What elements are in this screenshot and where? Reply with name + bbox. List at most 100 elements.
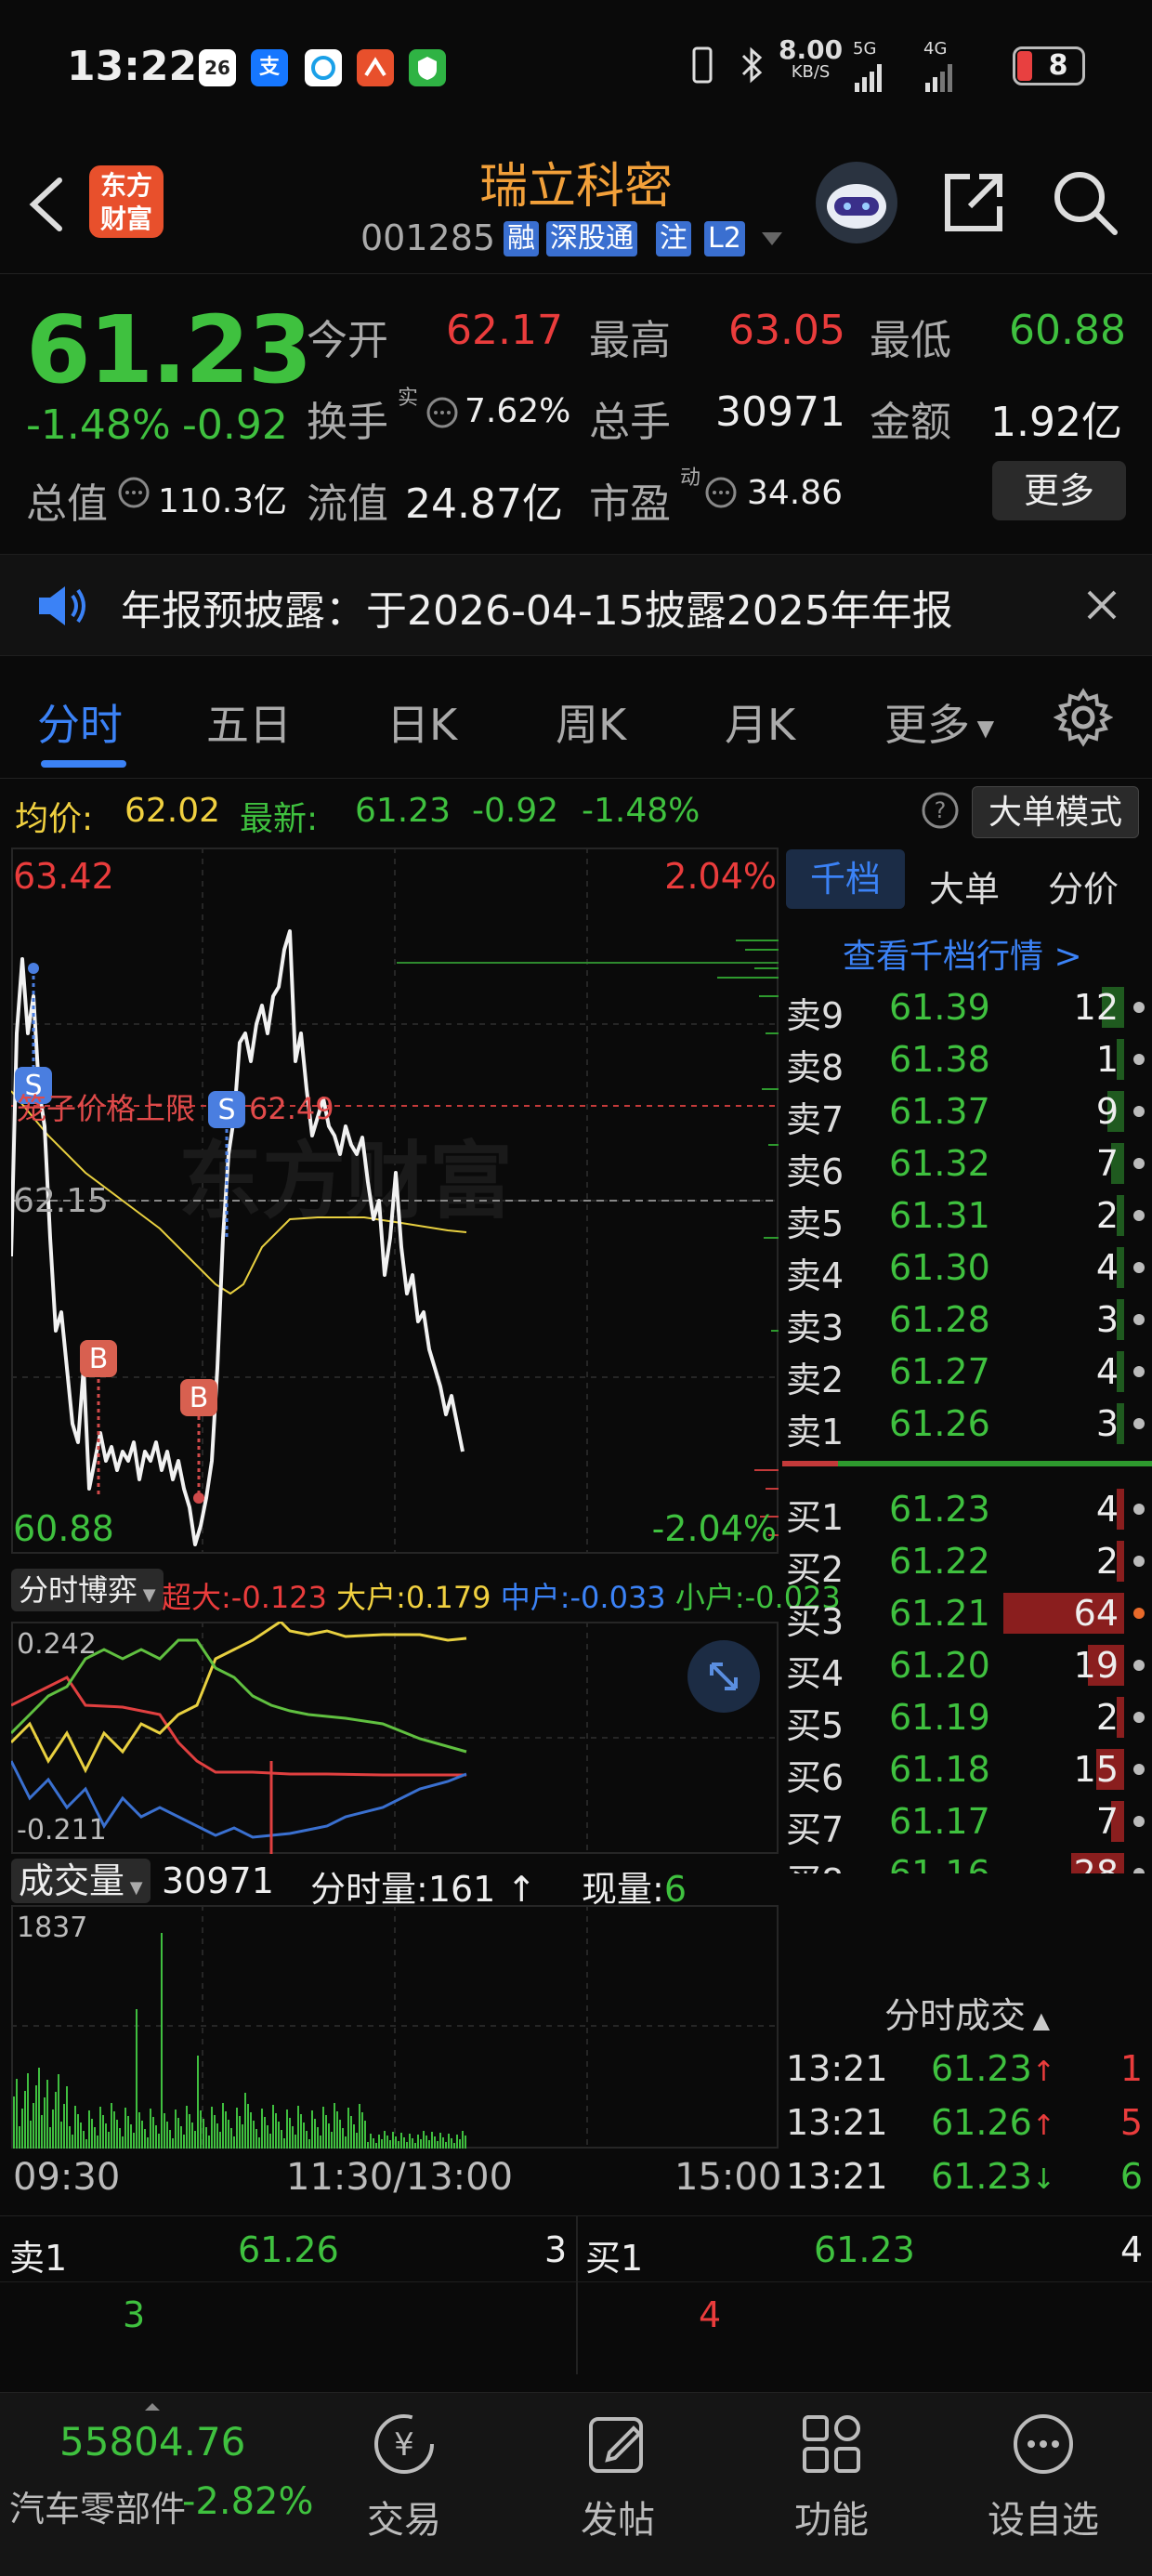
bid-row[interactable]: 买4 61.20 19 <box>782 1639 1152 1694</box>
volume-selector[interactable]: 成交量 ▼ <box>11 1859 151 1903</box>
tab-more[interactable]: 更多 ▼ <box>884 691 994 753</box>
ask-level-label: 卖5 <box>786 1203 844 1244</box>
ask-qty: 9 <box>1095 1091 1119 1132</box>
security-app-icon <box>409 49 446 86</box>
last-price: 61.23 <box>26 296 312 404</box>
low-value: 60.88 <box>1009 307 1126 354</box>
sell-marker-2: S <box>208 1091 245 1128</box>
latest-change-pct: -1.48% <box>582 792 700 830</box>
vibrate-icon <box>686 45 719 89</box>
bid-row[interactable]: 买2 61.22 2 <box>782 1535 1152 1590</box>
svg-text:?: ? <box>935 797 947 823</box>
intraday-chart[interactable]: 东方财富 S S B B 63.42 2.04% 62.15 笼子价格上限 62… <box>9 848 779 1554</box>
pct-axis-bottom: -2.04% <box>652 1508 777 1549</box>
robot-assistant-icon[interactable] <box>814 160 899 249</box>
info-circle-icon[interactable] <box>425 396 459 433</box>
bid-row[interactable]: 买1 61.23 4 <box>782 1483 1152 1538</box>
expand-icon[interactable] <box>687 1640 760 1713</box>
tab-price-distribution[interactable]: 分价 <box>1048 861 1119 912</box>
sector-change[interactable]: -2.82% <box>182 2480 314 2523</box>
view-depth-link[interactable]: 查看千档行情 > <box>843 929 1082 978</box>
settings-gear-icon[interactable] <box>1053 688 1114 751</box>
ask-qty: 7 <box>1095 1143 1119 1184</box>
ask-row[interactable]: 卖9 61.39 12 <box>782 981 1152 1036</box>
ask-dot-icon <box>1133 1418 1145 1429</box>
change-pct: -1.48% <box>26 401 171 449</box>
ask-price: 61.28 <box>889 1299 990 1340</box>
status-bar: 13:22 26 支 8.00 KB/S 5G 4G 8 <box>0 0 1152 139</box>
tick-price: 61.26↑ <box>931 2102 1055 2143</box>
tag-shenzhen-connect: 深股通 <box>546 221 637 256</box>
capital-flow-chart[interactable]: 0.242 -0.211 <box>9 1620 779 1854</box>
price-axis-mid: 62.15 <box>13 1182 109 1220</box>
bid-price: 61.19 <box>889 1697 990 1738</box>
nav-trade[interactable]: ¥ 交易 <box>344 2410 465 2543</box>
bid-level-label: 买7 <box>786 1809 844 1850</box>
bid-row[interactable]: 买5 61.19 2 <box>782 1691 1152 1746</box>
ask-level-label: 卖7 <box>786 1099 844 1140</box>
tab-depth[interactable]: 千档 <box>786 849 905 909</box>
ask-price: 61.26 <box>889 1403 990 1444</box>
latest-label: 最新: <box>240 800 319 838</box>
quote-panel: 61.23 -1.48% -0.92 今开 62.17 最高 63.05 最低 … <box>0 275 1152 535</box>
help-icon[interactable]: ? <box>920 790 961 835</box>
caret-down-icon: ▼ <box>970 715 995 742</box>
caret-down-icon: ▼ <box>137 1585 156 1605</box>
bid-qty: 15 <box>1073 1749 1119 1790</box>
volume-total: 30971 <box>162 1860 274 1901</box>
more-button[interactable]: 更多 <box>992 461 1126 520</box>
bid-row[interactable]: 买6 61.18 15 <box>782 1743 1152 1798</box>
notice-text: 年报预披露：于2026-04-15披露2025年年报 <box>121 587 953 635</box>
info-circle-icon[interactable] <box>117 476 151 513</box>
tab-daily-k[interactable]: 日K <box>386 691 457 753</box>
tick-row: 13:21 61.23↑ 1 <box>782 2048 1152 2102</box>
tab-five-day[interactable]: 五日 <box>206 691 292 753</box>
bid-qty: 4 <box>1095 1489 1119 1530</box>
bid-row[interactable]: 买3 61.21 64 <box>782 1587 1152 1642</box>
mktcap-label: 总值 <box>26 480 108 528</box>
eastmoney-app-icon <box>357 49 394 86</box>
ask-row[interactable]: 卖3 61.28 3 <box>782 1294 1152 1348</box>
ticks-header[interactable]: 分时成交 ▲ <box>782 1987 1152 2044</box>
best-bid-price: 61.23 <box>814 2229 915 2270</box>
indicator-selector[interactable]: 分时博弈 ▼ <box>11 1569 164 1611</box>
sector-name[interactable]: 汽车零部件 <box>9 2480 186 2531</box>
caret-up-icon <box>143 2399 162 2416</box>
pe-label: 市盈 <box>589 480 671 528</box>
ask-dot-icon <box>1133 1366 1145 1377</box>
volume-chart[interactable]: 1837 <box>11 1905 779 2149</box>
bid-row[interactable]: 买8 61.16 28 <box>782 1847 1152 1873</box>
dropdown-triangle-icon[interactable] <box>760 230 784 251</box>
info-circle-icon[interactable] <box>704 476 738 513</box>
battery-icon: 8 <box>1013 46 1085 85</box>
ask-row[interactable]: 卖5 61.31 2 <box>782 1189 1152 1244</box>
tab-big-order[interactable]: 大单 <box>929 861 1000 912</box>
ask-row[interactable]: 卖7 61.37 9 <box>782 1085 1152 1140</box>
ask-row[interactable]: 卖4 61.30 4 <box>782 1242 1152 1296</box>
ask-dot-icon <box>1133 1054 1145 1065</box>
best-bid-qty: 4 <box>1120 2229 1144 2270</box>
close-icon[interactable] <box>1083 586 1120 627</box>
tab-monthly-k[interactable]: 月K <box>725 691 795 753</box>
search-icon[interactable] <box>1050 167 1120 242</box>
share-icon[interactable] <box>938 167 1009 242</box>
nav-functions[interactable]: 功能 <box>771 2410 892 2543</box>
signal-4g: 4G <box>923 39 957 96</box>
open-value: 62.17 <box>446 307 563 354</box>
sector-index-value[interactable]: 55804.76 <box>59 2419 245 2464</box>
ask-row[interactable]: 卖1 61.26 3 <box>782 1398 1152 1452</box>
nav-add-watchlist[interactable]: 设自选 <box>983 2410 1104 2543</box>
tab-weekly-k[interactable]: 周K <box>556 691 626 753</box>
nav-post[interactable]: 发帖 <box>557 2410 678 2543</box>
ask-row[interactable]: 卖2 61.27 4 <box>782 1346 1152 1400</box>
notice-bar[interactable]: 年报预披露：于2026-04-15披露2025年年报 <box>0 554 1152 656</box>
tab-intraday[interactable]: 分时 <box>37 691 123 753</box>
bid-dot-icon <box>1133 1556 1145 1567</box>
ask-level-label: 卖2 <box>786 1360 844 1400</box>
ask-qty: 1 <box>1095 1039 1119 1080</box>
bid-row[interactable]: 买7 61.17 7 <box>782 1795 1152 1850</box>
svg-text:¥: ¥ <box>394 2426 414 2464</box>
ask-row[interactable]: 卖8 61.38 1 <box>782 1033 1152 1088</box>
big-order-mode-button[interactable]: 大单模式 <box>972 786 1139 838</box>
ask-row[interactable]: 卖6 61.32 7 <box>782 1137 1152 1192</box>
